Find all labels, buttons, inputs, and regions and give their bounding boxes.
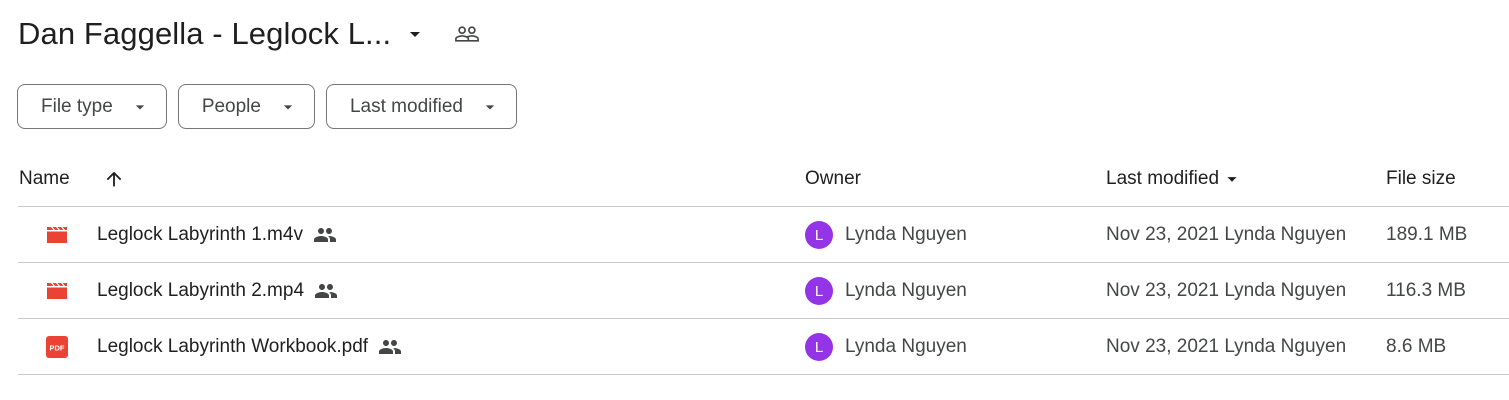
column-header-owner[interactable]: Owner: [805, 162, 861, 196]
video-icon: [45, 281, 69, 301]
avatar[interactable]: L: [805, 277, 833, 305]
file-row[interactable]: PDF Leglock Labyrinth Workbook.pdf L Lyn…: [18, 319, 1509, 375]
modified-date: Nov 23, 2021: [1106, 224, 1220, 245]
people-icon[interactable]: [453, 20, 481, 48]
file-size-cell: 189.1 MB: [1386, 207, 1467, 263]
video-icon: [45, 225, 69, 245]
column-header-last-modified[interactable]: Last modified: [1106, 162, 1243, 196]
file-row[interactable]: Leglock Labyrinth 2.mp4 L Lynda Nguyen N…: [18, 263, 1509, 319]
arrow-drop-down-icon[interactable]: [403, 22, 427, 46]
filter-bar: File type People Last modified: [17, 84, 517, 129]
arrow-drop-down-icon: [130, 97, 150, 117]
file-size-cell: 8.6 MB: [1386, 319, 1446, 375]
folder-header: Dan Faggella - Leglock L...: [18, 12, 481, 56]
file-row[interactable]: Leglock Labyrinth 1.m4v L Lynda Nguyen N…: [18, 207, 1509, 263]
shared-people-icon: [378, 335, 402, 359]
last-modified-filter-button[interactable]: Last modified: [325, 84, 517, 129]
file-type-filter-button[interactable]: File type: [17, 84, 167, 129]
shared-people-icon: [313, 223, 337, 247]
modified-date: Nov 23, 2021: [1106, 336, 1220, 357]
column-header-label: File size: [1386, 168, 1456, 189]
last-modified-cell: Nov 23, 2021 Lynda Nguyen: [1106, 319, 1346, 375]
file-name[interactable]: Leglock Labyrinth Workbook.pdf: [97, 336, 368, 358]
modified-by: Lynda Nguyen: [1224, 280, 1347, 301]
column-header-label: Name: [19, 168, 70, 189]
owner-name: Lynda Nguyen: [845, 280, 967, 301]
filter-label: File type: [41, 95, 113, 117]
column-header-file-size[interactable]: File size: [1386, 162, 1456, 196]
filter-label: Last modified: [349, 95, 463, 117]
file-name[interactable]: Leglock Labyrinth 1.m4v: [97, 224, 303, 246]
column-header-label: Last modified: [1106, 168, 1220, 189]
people-filter-button[interactable]: People: [177, 84, 315, 129]
owner-cell: L Lynda Nguyen: [805, 207, 967, 263]
arrow-drop-down-icon: [278, 97, 298, 117]
column-header-name[interactable]: Name: [19, 162, 70, 196]
filter-label: People: [201, 95, 261, 117]
owner-name: Lynda Nguyen: [845, 336, 967, 357]
pdf-icon-label: PDF: [50, 344, 65, 353]
folder-title[interactable]: Dan Faggella - Leglock L...: [18, 16, 391, 52]
file-name-cell: Leglock Labyrinth Workbook.pdf: [97, 319, 402, 375]
file-size: 8.6 MB: [1386, 336, 1447, 357]
pdf-icon: PDF: [46, 336, 68, 358]
modified-by: Lynda Nguyen: [1224, 336, 1347, 357]
last-modified-cell: Nov 23, 2021 Lynda Nguyen: [1106, 263, 1346, 319]
arrow-upward-icon[interactable]: [101, 162, 127, 196]
file-size: 116.3 MB: [1386, 280, 1466, 301]
owner-cell: L Lynda Nguyen: [805, 263, 967, 319]
modified-date: Nov 23, 2021: [1106, 280, 1220, 301]
file-name-cell: Leglock Labyrinth 2.mp4: [97, 263, 338, 319]
avatar[interactable]: L: [805, 221, 833, 249]
column-header-label: Owner: [805, 168, 861, 189]
modified-by: Lynda Nguyen: [1224, 224, 1347, 245]
avatar[interactable]: L: [805, 333, 833, 361]
arrow-drop-down-icon: [480, 97, 500, 117]
file-name-cell: Leglock Labyrinth 1.m4v: [97, 207, 337, 263]
last-modified-cell: Nov 23, 2021 Lynda Nguyen: [1106, 207, 1346, 263]
arrow-drop-down-icon: [1221, 168, 1243, 190]
file-name[interactable]: Leglock Labyrinth 2.mp4: [97, 280, 304, 302]
file-size: 189.1 MB: [1386, 224, 1468, 245]
shared-people-icon: [314, 279, 338, 303]
owner-name: Lynda Nguyen: [845, 224, 967, 245]
file-size-cell: 116.3 MB: [1386, 263, 1466, 319]
owner-cell: L Lynda Nguyen: [805, 319, 967, 375]
